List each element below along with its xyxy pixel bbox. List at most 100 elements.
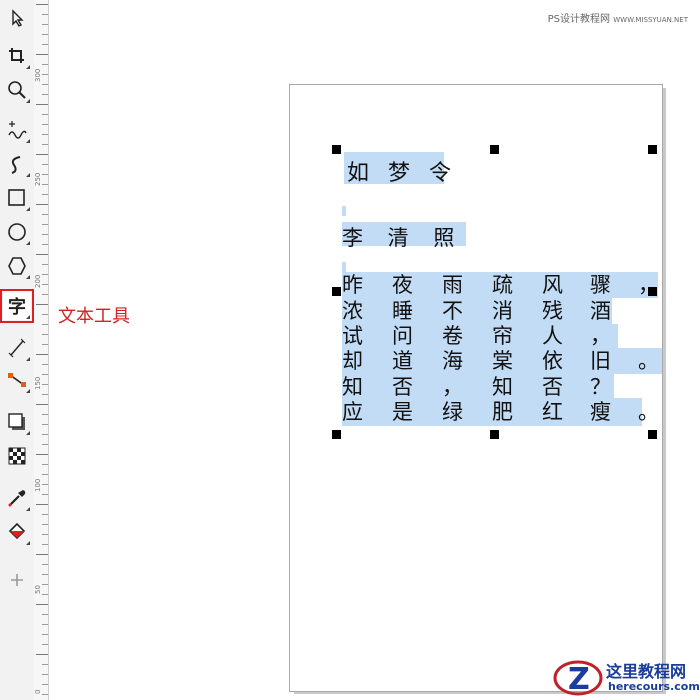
ruler-tick <box>42 24 48 25</box>
pick-tool[interactable] <box>3 4 31 32</box>
ruler-tick <box>42 574 48 575</box>
ruler-tick <box>42 314 48 315</box>
poem-author[interactable]: 李 清 照 <box>342 222 463 252</box>
freehand-icon <box>8 121 27 139</box>
ellipse-tool[interactable] <box>3 218 31 246</box>
ruler-tick <box>36 204 48 205</box>
ruler-tick <box>42 494 48 495</box>
crop-tool[interactable] <box>3 42 31 70</box>
ruler-tick <box>42 114 48 115</box>
ruler-tick <box>36 354 48 355</box>
pointer-icon <box>12 9 24 27</box>
poem-char: 。 <box>638 400 659 424</box>
curve-icon <box>11 156 21 174</box>
poem-title[interactable]: 如 梦 令 <box>347 155 457 187</box>
ruler-tick <box>36 654 48 655</box>
connector-tool[interactable] <box>3 366 31 394</box>
ruler-tick <box>42 364 48 365</box>
poem-char: 否 <box>542 375 563 399</box>
poem-char: ， <box>442 375 463 399</box>
ruler-tick <box>42 624 48 625</box>
drop-shadow-tool[interactable] <box>3 408 31 436</box>
selection-handle-top-right[interactable] <box>648 145 657 154</box>
poem-char: 卷 <box>442 324 463 348</box>
ruler-tick <box>42 344 48 345</box>
ruler-tick <box>42 594 48 595</box>
poem-char: 否 <box>392 375 413 399</box>
ruler-tick <box>42 664 48 665</box>
poem-char: 知 <box>492 375 513 399</box>
selection-handle-bottom-center[interactable] <box>490 430 499 439</box>
dimension-tool[interactable] <box>3 334 31 362</box>
text-icon: 字 <box>8 297 26 318</box>
selection-handle-bottom-right[interactable] <box>648 430 657 439</box>
selection-handle-top-center[interactable] <box>490 145 499 154</box>
ruler-tick <box>42 234 48 235</box>
rectangle-icon <box>8 189 25 206</box>
ruler-tick <box>42 64 48 65</box>
connector-icon <box>8 373 26 387</box>
poem-char: 雨 <box>442 273 463 297</box>
ruler-tick <box>42 424 48 425</box>
ruler-tick <box>36 54 48 55</box>
eyedropper-icon <box>8 490 26 507</box>
ruler-tick <box>36 254 48 255</box>
zoom-tool[interactable] <box>3 76 31 104</box>
ellipse-icon <box>8 223 26 241</box>
polygon-icon <box>8 257 26 275</box>
ruler-tick <box>42 684 48 685</box>
transparency-tool[interactable] <box>3 442 31 470</box>
ruler-tick <box>36 154 48 155</box>
poem-char: 依 <box>542 349 563 373</box>
selection-handle-middle-left[interactable] <box>332 287 341 296</box>
line-icon <box>8 338 26 358</box>
ruler-tick <box>36 304 48 305</box>
ruler-label: 100 <box>34 478 42 492</box>
selection-handle-middle-right[interactable] <box>648 287 657 296</box>
poem-char: 帘 <box>492 324 513 348</box>
vertical-ruler[interactable]: 300 250 200 150 100 50 0 <box>34 0 49 700</box>
ruler-tick <box>42 174 48 175</box>
ruler-tick <box>42 244 48 245</box>
poem-char: 旧 <box>590 349 611 373</box>
ruler-tick <box>42 124 48 125</box>
logo-name: 这里教程网 <box>606 662 687 681</box>
ruler-tick <box>42 394 48 395</box>
bucket-icon <box>8 522 26 540</box>
selection-handle-bottom-left[interactable] <box>332 430 341 439</box>
ruler-tick <box>42 224 48 225</box>
ruler-tick <box>42 44 48 45</box>
poem-char: 道 <box>392 349 413 373</box>
selection-highlight <box>342 324 618 348</box>
fill-tool[interactable] <box>3 518 31 546</box>
ruler-label: 300 <box>34 68 42 82</box>
poem-char: 知 <box>342 375 363 399</box>
polygon-tool[interactable] <box>3 252 31 280</box>
ruler-tick <box>42 94 48 95</box>
artistic-media-tool[interactable] <box>3 150 31 178</box>
poem-char: 。 <box>638 349 659 373</box>
ruler-tick <box>42 384 48 385</box>
ruler-tick <box>42 14 48 15</box>
freehand-tool[interactable] <box>3 116 31 144</box>
eyedropper-tool[interactable] <box>3 484 31 512</box>
ruler-tick <box>42 284 48 285</box>
watermark-top: PS设计教程网 WWW.MISSYUAN.NET <box>548 10 688 25</box>
poem-char: 不 <box>442 299 463 323</box>
crop-icon <box>9 48 24 63</box>
poem-char: 疏 <box>492 273 513 297</box>
ruler-tick <box>42 74 48 75</box>
ruler-tick <box>42 444 48 445</box>
ruler-tick <box>42 644 48 645</box>
ruler-tick <box>42 374 48 375</box>
site-logo: Z 这里教程网 herecours.com <box>552 656 700 700</box>
selection-handle-top-left[interactable] <box>332 145 341 154</box>
poem-char: 夜 <box>392 273 413 297</box>
poem-char: 骤 <box>590 273 611 297</box>
ruler-label: 0 <box>34 689 42 694</box>
watermark-url: WWW.MISSYUAN.NET <box>613 16 688 24</box>
add-tool[interactable] <box>3 566 31 594</box>
rectangle-tool[interactable] <box>3 184 31 212</box>
text-tool[interactable]: 字 <box>0 289 34 323</box>
selection-highlight <box>342 298 612 324</box>
